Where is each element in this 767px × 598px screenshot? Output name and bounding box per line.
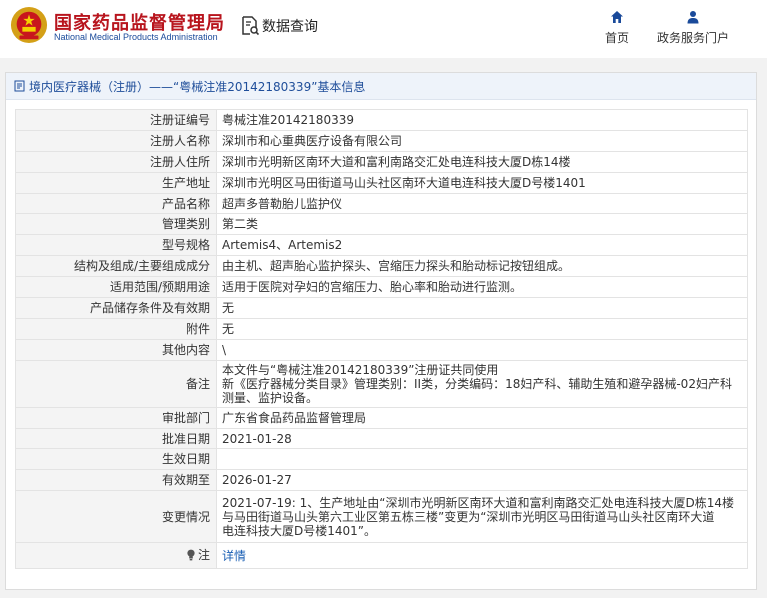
- field-value: 适用于医院对孕妇的宫缩压力、胎心率和胎动进行监测。: [216, 276, 748, 299]
- nav-gov-service[interactable]: 政务服务门户: [654, 10, 732, 46]
- change-line: 与马田街道马山头第六工业区第五栋三楼”变更为“深圳市光明区马田街道马山头社区南环…: [222, 509, 715, 524]
- field-value: 深圳市和心重典医疗设备有限公司: [216, 129, 748, 152]
- change-value: 2021-07-19: 1、生产地址由“深圳市光明新区南环大道和富利南路交汇处电…: [216, 490, 748, 544]
- table-row: 批准日期 2021-01-28: [15, 427, 748, 450]
- note-key: 注: [197, 547, 210, 562]
- table-row: 其他内容 \: [15, 338, 748, 361]
- field-label: 结构及组成/主要组成成分: [15, 255, 217, 278]
- user-icon: [687, 11, 699, 24]
- field-label: 注册人住所: [15, 150, 217, 173]
- details-link[interactable]: 详情: [222, 549, 246, 563]
- panel-title-bar: 境内医疗器械（注册）——“粤械注准20142180339”基本信息: [6, 73, 756, 100]
- change-line: 2021-07-19: 1、生产地址由“深圳市光明新区南环大道和富利南路交汇处电…: [222, 495, 734, 510]
- field-value: 超声多普勒胎儿监护仪: [216, 192, 748, 215]
- memo-line: 本文件与“粤械注准20142180339”注册证共同使用: [222, 362, 499, 377]
- field-value: \: [216, 338, 748, 361]
- table-row: 适用范围/预期用途 适用于医院对孕妇的宫缩压力、胎心率和胎动进行监测。: [15, 276, 748, 299]
- site-header: 国家药品监督管理局 National Medical Products Admi…: [0, 0, 767, 58]
- field-label: 注册证编号: [15, 109, 217, 131]
- field-label: 产品名称: [15, 192, 217, 215]
- field-label: 审批部门: [15, 406, 217, 429]
- field-label: 型号规格: [15, 234, 217, 257]
- field-value: 2026-01-27: [216, 469, 748, 492]
- nav-home[interactable]: 首页: [601, 10, 633, 46]
- document-search-icon: [242, 16, 259, 36]
- table-row: 型号规格 Artemis4、Artemis2: [15, 234, 748, 257]
- nav-gov-service-label: 政务服务门户: [656, 31, 729, 45]
- table-row-note: 注 详情: [15, 542, 748, 570]
- table-row-memo: 备注 本文件与“粤械注准20142180339”注册证共同使用 新《医疗器械分类…: [15, 359, 748, 408]
- field-label: 生产地址: [15, 171, 217, 194]
- table-row: 结构及组成/主要组成成分 由主机、超声胎心监护探头、宫缩压力探头和胎动标记按钮组成…: [15, 255, 748, 278]
- table-row: 管理类别 第二类: [15, 213, 748, 236]
- field-label: 批准日期: [15, 427, 217, 450]
- change-line: 电连科技大厦D号楼1401”。: [222, 523, 376, 538]
- field-label: 附件: [15, 317, 217, 340]
- home-icon: [611, 11, 623, 23]
- field-value: 广东省食品药品监督管理局: [216, 406, 748, 429]
- field-value: 第二类: [216, 213, 748, 236]
- field-value: 深圳市光明新区南环大道和富利南路交汇处电连科技大厦D栋14楼: [216, 150, 748, 173]
- field-label: 管理类别: [15, 213, 217, 236]
- field-value: 2021-01-28: [216, 427, 748, 450]
- field-label: 有效期至: [15, 469, 217, 492]
- data-query-label: 数据查询: [262, 19, 318, 35]
- note-value: 详情: [216, 542, 748, 570]
- field-value: 无: [216, 317, 748, 340]
- field-value: Artemis4、Artemis2: [216, 234, 748, 257]
- table-row: 附件无: [15, 317, 748, 340]
- device-info-table: 注册证编号 粤械注准20142180339 注册人名称 深圳市和心重典医疗设备有限公…: [15, 109, 748, 570]
- field-value: 粤械注准20142180339: [216, 109, 748, 131]
- table-row: 产品名称 超声多普勒胎儿监护仪: [15, 192, 748, 215]
- org-name-en: National Medical Products Administration: [54, 32, 218, 42]
- nav-home-label: 首页: [604, 31, 629, 45]
- table-row: 注册证编号 粤械注准20142180339: [15, 109, 748, 131]
- lightbulb-icon: [187, 549, 195, 561]
- note-label-cell: 注: [15, 542, 217, 570]
- note-label: 注: [186, 548, 210, 562]
- detail-panel: 境内医疗器械（注册）——“粤械注准20142180339”基本信息 注册证编号粤…: [5, 72, 757, 590]
- field-value: 由主机、超声胎心监护探头、宫缩压力探头和胎动标记按钮组成。: [216, 255, 748, 278]
- document-icon: [14, 80, 25, 92]
- table-row: 审批部门 广东省食品药品监督管理局: [15, 406, 748, 429]
- panel-title: 境内医疗器械（注册）——“粤械注准20142180339”基本信息: [29, 79, 366, 94]
- table-row: 注册人名称 深圳市和心重典医疗设备有限公司: [15, 129, 748, 152]
- field-value: 无: [216, 297, 748, 319]
- field-label: 其他内容: [15, 338, 217, 361]
- field-value: 深圳市光明区马田街道马山头社区南环大道电连科技大厦D号楼1401: [216, 171, 748, 194]
- field-value: [216, 448, 748, 471]
- data-query-title[interactable]: 数据查询: [241, 15, 318, 37]
- table-row: 生效日期: [15, 448, 748, 471]
- national-emblem-icon: [10, 6, 48, 44]
- field-label: 生效日期: [15, 448, 217, 471]
- table-row: 生产地址 深圳市光明区马田街道马山头社区南环大道电连科技大厦D号楼1401: [15, 171, 748, 194]
- table-row: 有效期至 2026-01-27: [15, 469, 748, 492]
- field-label: 适用范围/预期用途: [15, 276, 217, 299]
- memo-line: 测量、监护设备。: [222, 390, 319, 405]
- memo-value: 本文件与“粤械注准20142180339”注册证共同使用 新《医疗器械分类目录》…: [216, 359, 748, 408]
- table-row: 注册人住所 深圳市光明新区南环大道和富利南路交汇处电连科技大厦D栋14楼: [15, 150, 748, 173]
- field-label: 产品储存条件及有效期: [15, 297, 217, 319]
- field-label: 变更情况: [15, 490, 217, 544]
- table-row: 产品储存条件及有效期无: [15, 297, 748, 319]
- table-row-change: 变更情况 2021-07-19: 1、生产地址由“深圳市光明新区南环大道和富利南…: [15, 490, 748, 544]
- memo-line: 新《医疗器械分类目录》管理类别：II类，分类编码：18妇产科、辅助生殖和避孕器械…: [222, 376, 732, 391]
- field-label: 注册人名称: [15, 129, 217, 152]
- field-label: 备注: [15, 359, 217, 408]
